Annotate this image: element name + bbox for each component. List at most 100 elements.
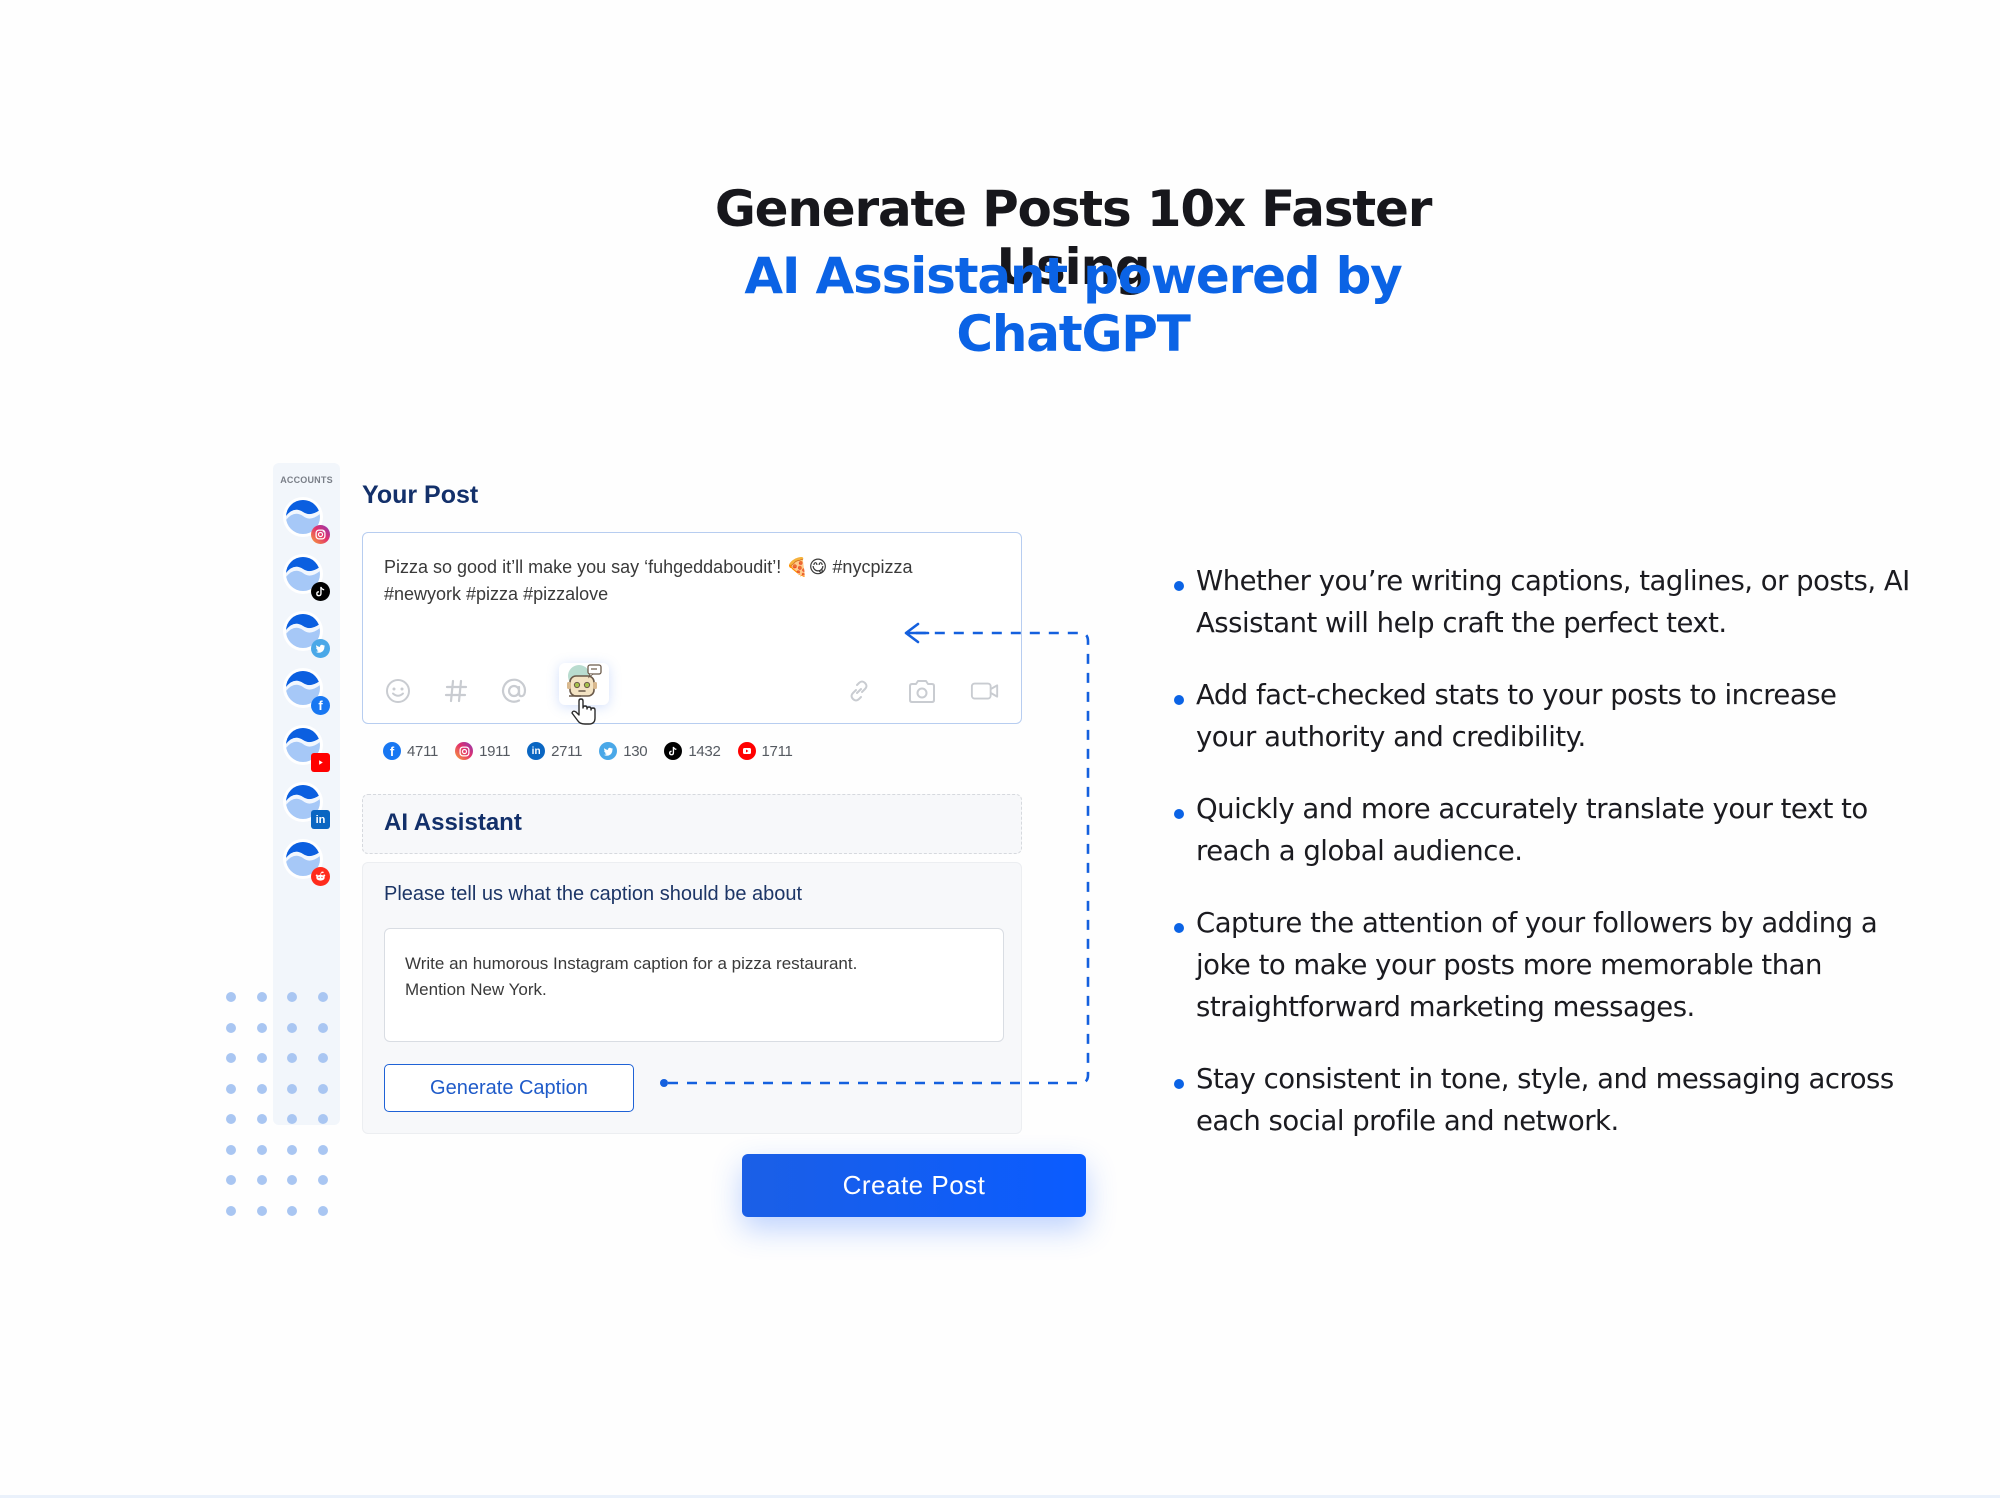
hand-cursor-icon — [569, 695, 596, 725]
post-text-line-1: Pizza so good it’ll make you say ‘fuhged… — [384, 557, 913, 577]
bullet-dot-icon — [1174, 923, 1184, 933]
account-tiktok[interactable] — [286, 557, 330, 601]
create-post-button[interactable]: Create Post — [742, 1154, 1086, 1217]
emoji-icon[interactable] — [383, 676, 413, 706]
feature-text-line1: Capture the attention of your followers … — [1196, 907, 1878, 939]
decorative-dot — [226, 992, 236, 1002]
decorative-dot — [287, 1144, 297, 1155]
post-editor[interactable]: Pizza so good it’ll make you say ‘fuhged… — [362, 532, 1022, 725]
decorative-dot — [287, 992, 297, 1002]
stat-instagram: 1911 — [455, 742, 510, 760]
ai-prompt-line-2: Mention New York. — [405, 980, 547, 999]
feature-item: Quickly and more accurately translate yo… — [1170, 788, 1960, 872]
ai-prompt-label: Please tell us what the caption should b… — [384, 883, 803, 905]
decorative-dot — [226, 1114, 236, 1124]
link-icon[interactable] — [844, 676, 874, 706]
bullet-dot-icon — [1174, 695, 1184, 705]
account-facebook[interactable]: f — [286, 671, 330, 715]
feature-item: Stay consistent in tone, style, and mess… — [1170, 1058, 1960, 1142]
feature-text-line1: Stay consistent in tone, style, and mess… — [1196, 1063, 1894, 1095]
decorative-dot — [226, 1175, 236, 1185]
feature-item: Whether you’re writing captions, tagline… — [1170, 560, 1960, 644]
decorative-dot-grid — [226, 992, 336, 1222]
account-linkedin[interactable]: in — [286, 785, 330, 829]
decorative-dot — [287, 1114, 297, 1124]
decorative-dot — [317, 1144, 328, 1155]
decorative-dot — [287, 1205, 297, 1216]
decorative-dot — [226, 1022, 236, 1033]
decorative-dot — [317, 1083, 328, 1094]
hashtag-icon[interactable] — [441, 676, 471, 706]
bullet-dot-icon — [1174, 809, 1184, 819]
ai-assistant-title: AI Assistant — [384, 809, 522, 836]
account-youtube[interactable] — [286, 728, 330, 772]
generate-caption-button[interactable]: Generate Caption — [384, 1064, 634, 1112]
network-stats: f 4711 1911 in 2711 130 1432 1711 — [383, 740, 810, 762]
decorative-dot — [256, 1083, 267, 1094]
ai-prompt-input[interactable]: Write an humorous Instagram caption for … — [384, 928, 1004, 1042]
facebook-icon: f — [383, 742, 401, 760]
stat-tiktok: 1432 — [664, 742, 721, 760]
feature-text-line2: Assistant will help craft the perfect te… — [1196, 607, 1727, 639]
decorative-dot — [287, 1175, 297, 1185]
twitter-icon — [311, 639, 330, 658]
camera-icon[interactable] — [907, 676, 937, 706]
decorative-dot — [256, 1114, 267, 1124]
stat-twitter: 130 — [599, 742, 648, 760]
ai-prompt-line-1: Write an humorous Instagram caption for … — [405, 954, 858, 973]
post-text[interactable]: Pizza so good it’ll make you say ‘fuhged… — [384, 554, 1004, 608]
decorative-dot — [256, 1175, 267, 1185]
feature-item: Add fact-checked stats to your posts to … — [1170, 674, 1960, 758]
linkedin-icon: in — [311, 810, 330, 829]
decorative-dot — [317, 1175, 328, 1185]
feature-text-line1: Whether you’re writing captions, tagline… — [1196, 565, 1910, 597]
stat-value: 1911 — [479, 742, 511, 760]
instagram-icon — [311, 525, 330, 544]
decorative-dot — [317, 992, 328, 1002]
stat-linkedin: in 2711 — [527, 742, 582, 760]
decorative-dot — [226, 1205, 236, 1216]
decorative-dot — [287, 1022, 297, 1033]
stat-value: 4711 — [407, 742, 439, 760]
decorative-dot — [256, 1022, 267, 1033]
feature-text-line2: joke to make your posts more memorable t… — [1196, 949, 1822, 981]
decorative-dot — [287, 1053, 297, 1063]
your-post-title: Your Post — [362, 481, 479, 509]
decorative-dot — [256, 992, 267, 1002]
decorative-dot — [226, 1083, 236, 1094]
stat-value: 1432 — [688, 742, 721, 760]
decorative-dot — [287, 1083, 297, 1094]
headline-line-2: AI Assistant powered by ChatGPT — [744, 247, 1402, 363]
feature-list: Whether you’re writing captions, tagline… — [1170, 560, 1960, 1172]
stat-value: 130 — [623, 742, 648, 760]
feature-text-line3: straightforward marketing messages. — [1196, 991, 1695, 1023]
stat-facebook: f 4711 — [383, 742, 438, 760]
decorative-dot — [317, 1205, 328, 1216]
bullet-dot-icon — [1174, 1079, 1184, 1089]
feature-text-line1: Quickly and more accurately translate yo… — [1196, 793, 1868, 825]
feature-text-line2: each social profile and network. — [1196, 1105, 1619, 1137]
decorative-dot — [256, 1053, 267, 1063]
accounts-label: ACCOUNTS — [280, 475, 333, 485]
instagram-icon — [455, 742, 474, 760]
tiktok-icon — [311, 582, 330, 601]
account-instagram[interactable] — [286, 500, 330, 544]
decorative-dot — [317, 1114, 328, 1124]
facebook-icon: f — [311, 696, 330, 715]
decorative-dot — [317, 1022, 328, 1033]
account-reddit[interactable] — [286, 842, 330, 886]
decorative-dot — [317, 1053, 328, 1063]
youtube-icon — [311, 753, 330, 772]
mention-icon[interactable] — [499, 676, 529, 706]
decorative-dot — [226, 1053, 236, 1063]
account-twitter[interactable] — [286, 614, 330, 658]
twitter-icon — [599, 742, 618, 760]
decorative-dot — [256, 1205, 267, 1216]
post-text-line-2: #newyork #pizza #pizzalove — [384, 584, 609, 604]
feature-text-line1: Add fact-checked stats to your posts to … — [1196, 679, 1837, 711]
video-icon[interactable] — [970, 676, 1000, 706]
ai-assistant-header: AI Assistant — [362, 794, 1022, 854]
feature-item: Capture the attention of your followers … — [1170, 902, 1960, 1028]
stat-value: 2711 — [551, 742, 583, 760]
decorative-dot — [256, 1144, 267, 1155]
